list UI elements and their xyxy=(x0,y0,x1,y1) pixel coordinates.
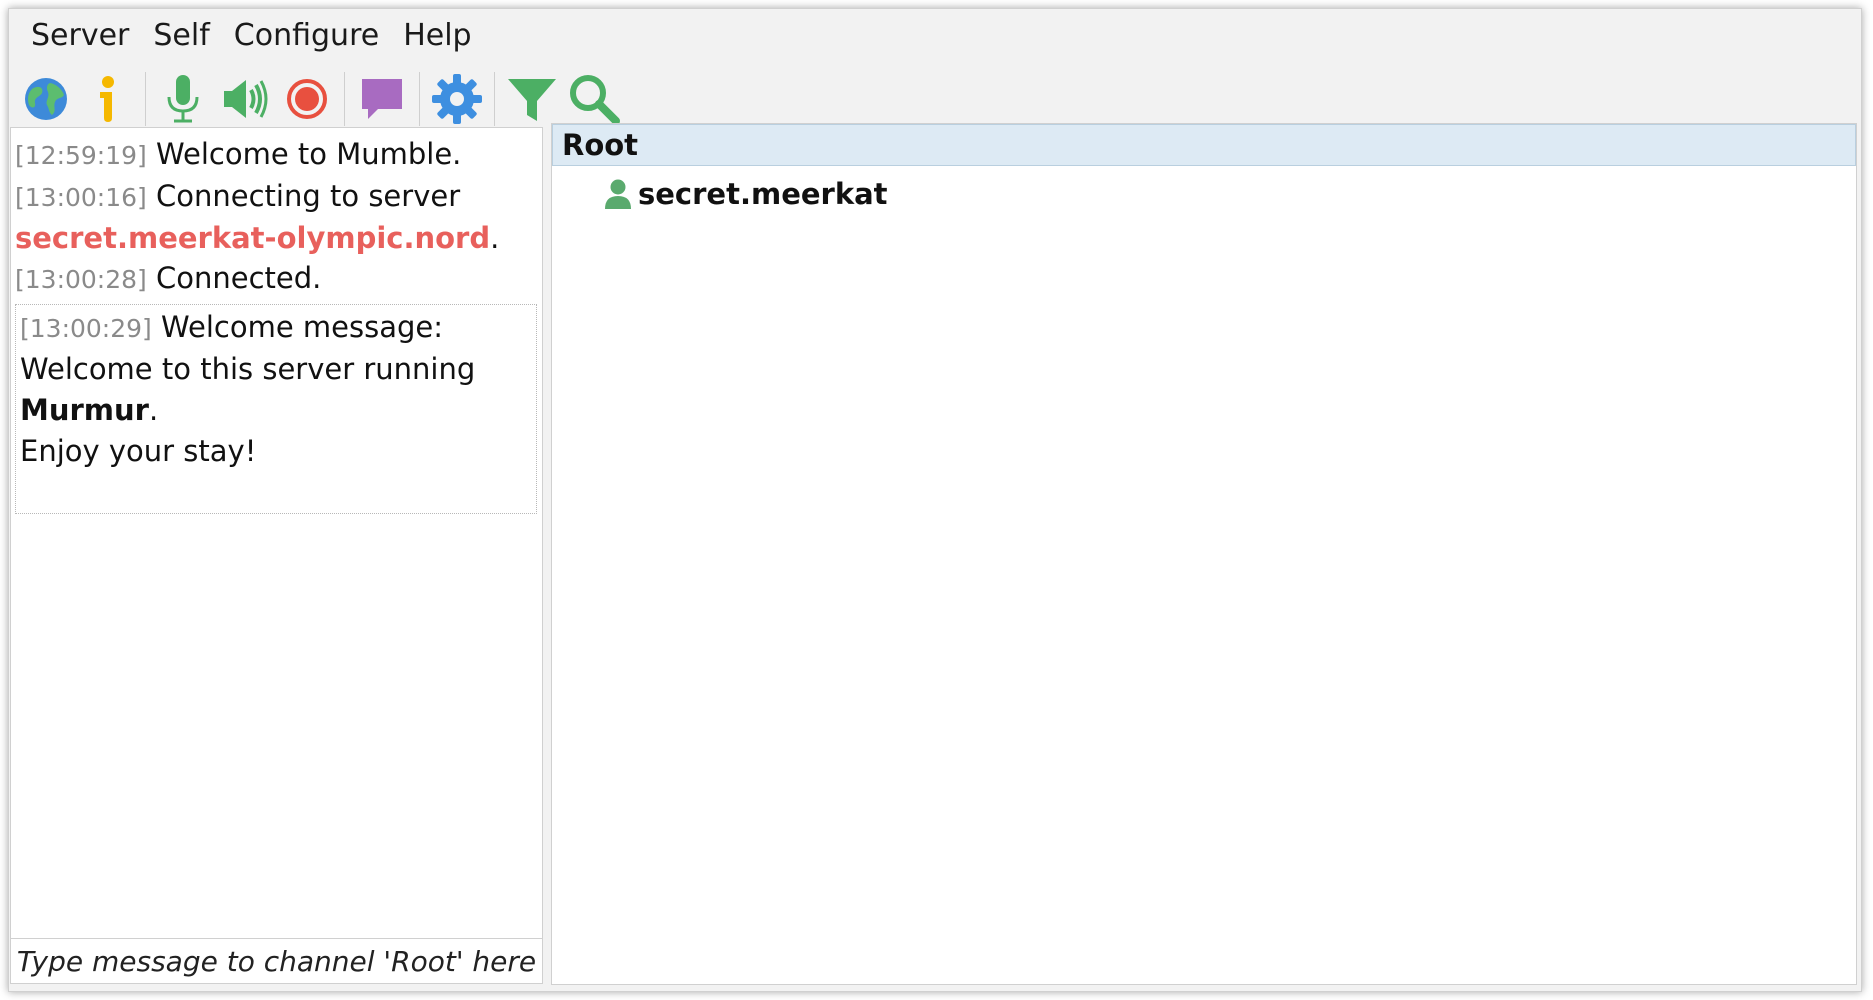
toolbar-separator xyxy=(344,72,345,126)
menu-help[interactable]: Help xyxy=(391,18,483,53)
chat-log[interactable]: [12:59:19] Welcome to Mumble. [13:00:16]… xyxy=(10,127,543,940)
log-text: Connecting to server xyxy=(146,179,461,213)
mute-self-button[interactable] xyxy=(152,68,214,130)
record-icon xyxy=(287,79,327,119)
log-text: Welcome to Mumble. xyxy=(146,137,462,171)
search-button[interactable] xyxy=(563,68,625,130)
timestamp: [12:59:19] xyxy=(15,141,147,170)
mumble-window: Server Self Configure Help [12:59:19] We… xyxy=(8,8,1862,992)
record-button[interactable] xyxy=(276,68,338,130)
chat-input[interactable]: Type message to channel 'Root' here xyxy=(10,938,543,984)
comment-button[interactable] xyxy=(351,68,413,130)
menu-server[interactable]: Server xyxy=(19,18,141,53)
log-entry: [13:00:28] Connected. xyxy=(15,258,538,300)
menu-bar: Server Self Configure Help xyxy=(9,9,1861,61)
log-entry: [12:59:19] Welcome to Mumble. xyxy=(15,134,538,176)
welcome-message: [13:00:29] Welcome message: Welcome to t… xyxy=(15,304,537,514)
server-link[interactable]: secret.meerkat-olympic.nord xyxy=(15,221,490,255)
globe-icon xyxy=(25,78,67,120)
welcome-line: Enjoy your stay! xyxy=(20,434,257,468)
speaker-icon xyxy=(224,80,268,118)
timestamp: [13:00:16] xyxy=(15,183,147,212)
toolbar-separator xyxy=(419,72,420,126)
server-software: Murmur xyxy=(20,393,149,427)
toolbar-separator xyxy=(145,72,146,126)
filter-icon xyxy=(508,79,556,121)
channel-root[interactable]: Root xyxy=(552,124,1856,166)
timestamp: [13:00:29] xyxy=(20,314,152,343)
toolbar-separator xyxy=(494,72,495,126)
comment-icon xyxy=(362,79,402,119)
log-text: . xyxy=(490,221,500,255)
user-icon xyxy=(605,179,631,209)
log-text: Connected. xyxy=(146,261,322,295)
chat-input-placeholder: Type message to channel 'Root' here xyxy=(16,944,537,978)
deafen-self-button[interactable] xyxy=(214,68,276,130)
connect-button[interactable] xyxy=(15,68,77,130)
gear-icon xyxy=(432,74,482,124)
user-entry[interactable]: secret.meerkat xyxy=(604,174,888,214)
welcome-line: Welcome to this server running xyxy=(20,352,476,386)
filter-button[interactable] xyxy=(501,68,563,130)
settings-button[interactable] xyxy=(426,68,488,130)
channel-tree[interactable]: Root secret.meerkat xyxy=(551,123,1857,985)
welcome-title: Welcome message: xyxy=(151,310,443,344)
channel-name: Root xyxy=(562,128,639,162)
search-icon xyxy=(570,75,620,125)
menu-self[interactable]: Self xyxy=(141,18,221,53)
log-entry: [13:00:16] Connecting to server secret.m… xyxy=(15,176,538,258)
info-icon xyxy=(100,76,114,122)
welcome-punctuation: . xyxy=(148,393,159,427)
menu-configure[interactable]: Configure xyxy=(222,18,391,53)
user-name: secret.meerkat xyxy=(638,177,888,211)
timestamp: [13:00:28] xyxy=(15,265,147,294)
info-button[interactable] xyxy=(77,68,139,130)
microphone-icon xyxy=(167,75,199,123)
